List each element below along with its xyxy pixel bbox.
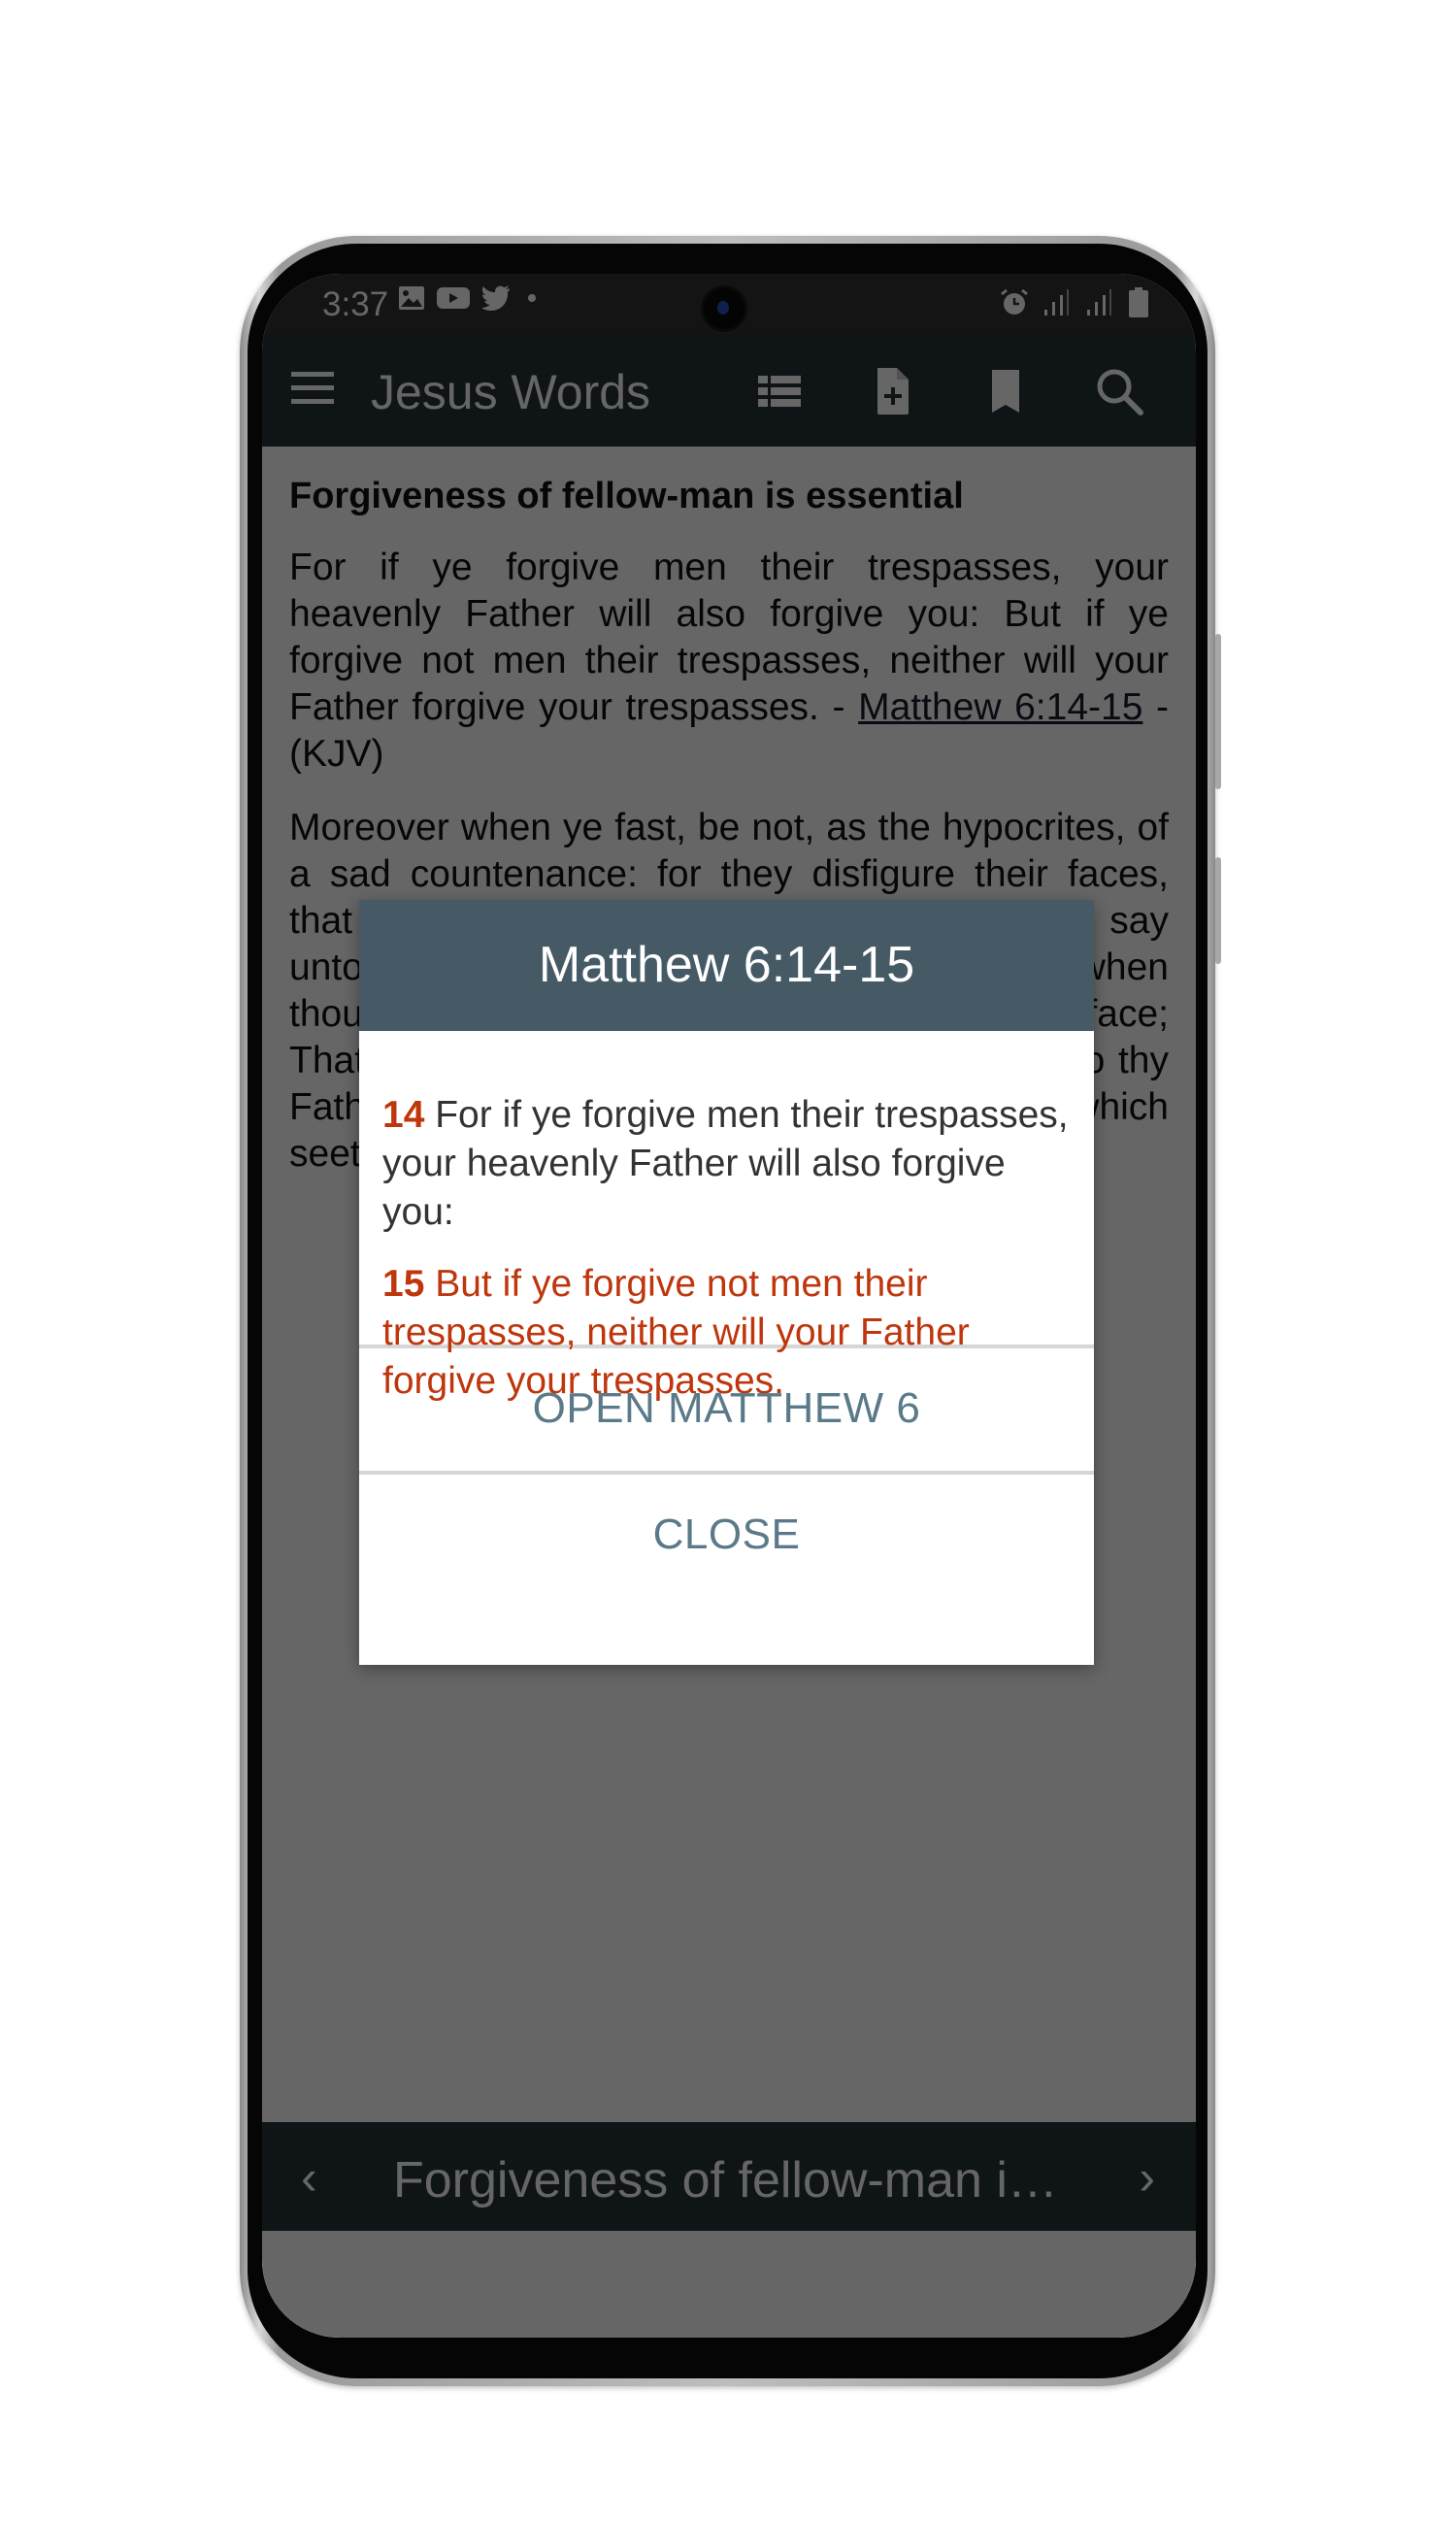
phone-screen: 3:37 Jesus Words [262, 274, 1196, 2338]
verse-dialog: Matthew 6:14-15 14 For if ye forgive men… [359, 900, 1094, 1665]
dialog-body: 14 For if ye forgive men their trespasse… [359, 1031, 1094, 1402]
power-button [1215, 857, 1221, 964]
verse-text: For if ye forgive men their trespasses, … [382, 1094, 1069, 1233]
verse-number: 14 [382, 1094, 425, 1136]
verse-number: 15 [382, 1263, 425, 1305]
dialog-title: Matthew 6:14-15 [359, 900, 1094, 1031]
volume-button [1215, 634, 1221, 789]
close-button[interactable]: CLOSE [359, 1471, 1094, 1597]
verse-14: 14 For if ye forgive men their trespasse… [382, 1091, 1071, 1237]
